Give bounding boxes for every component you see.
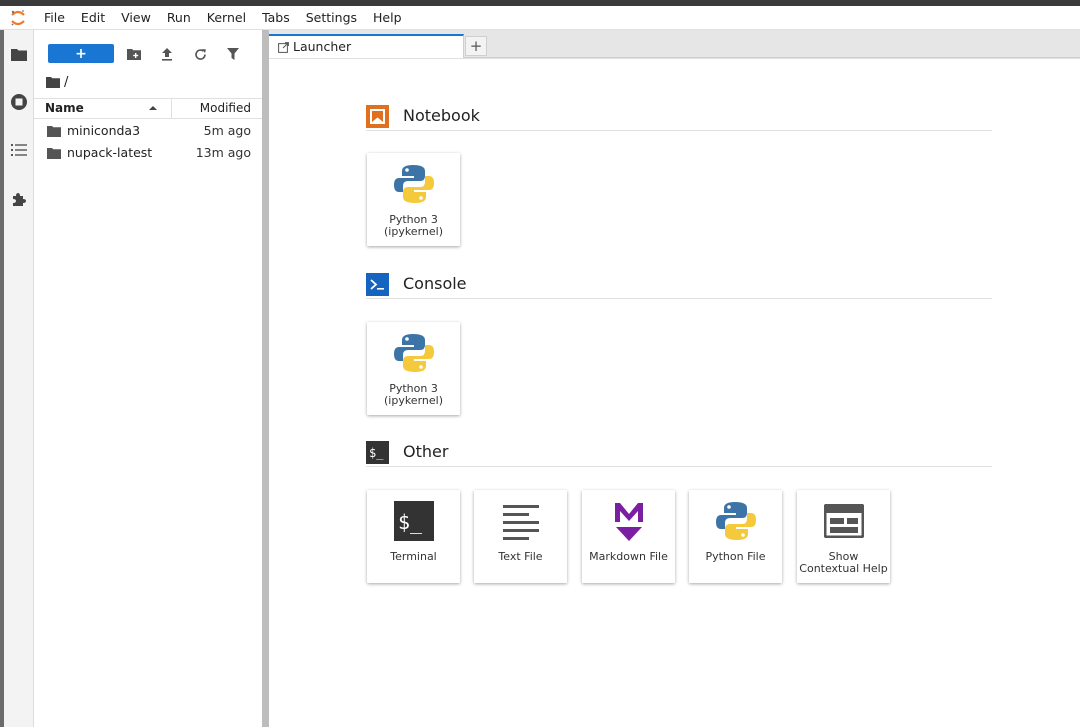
activity-bar xyxy=(4,30,34,727)
section-other: $_ Other xyxy=(366,441,992,467)
menu-help[interactable]: Help xyxy=(365,6,410,30)
card-label: Python 3 (ipykernel) xyxy=(383,213,443,238)
sort-up-icon xyxy=(148,102,158,114)
terminal-icon: $_ xyxy=(391,498,436,543)
menu-bar: File Edit View Run Kernel Tabs Settings … xyxy=(0,6,1080,30)
jupyter-logo-icon xyxy=(0,6,36,30)
file-name: nupack-latest xyxy=(67,145,153,160)
notebook-icon xyxy=(366,105,389,128)
menu-tabs[interactable]: Tabs xyxy=(254,6,298,30)
file-list-header: Name Modified xyxy=(34,98,262,119)
file-modified: 13m ago xyxy=(195,145,251,160)
file-modified: 5m ago xyxy=(203,123,251,138)
new-folder-icon[interactable] xyxy=(125,45,143,63)
launcher-card-python-file[interactable]: Python File xyxy=(689,490,782,583)
file-name: miniconda3 xyxy=(67,123,141,138)
python-icon xyxy=(391,161,436,206)
console-icon xyxy=(366,273,389,296)
launcher-panel: Notebook Python 3 (ipykernel) Console Py… xyxy=(269,58,1080,727)
card-label: Show Contextual Help xyxy=(799,550,888,575)
add-tab-button[interactable]: + xyxy=(465,36,487,56)
card-label: Python File xyxy=(705,550,766,563)
menu-edit[interactable]: Edit xyxy=(73,6,113,30)
svg-text:$_: $_ xyxy=(398,510,423,534)
extension-icon[interactable] xyxy=(9,189,29,209)
menu-settings[interactable]: Settings xyxy=(298,6,365,30)
folder-icon xyxy=(47,148,61,159)
launcher-tab-icon xyxy=(278,42,289,53)
upload-icon[interactable] xyxy=(158,45,176,63)
file-row[interactable]: miniconda3 5m ago xyxy=(34,120,262,142)
tab-bar: Launcher + xyxy=(269,30,1080,59)
new-launcher-button[interactable]: + xyxy=(48,44,114,63)
section-console: Console xyxy=(366,273,992,299)
text-file-icon xyxy=(498,498,543,543)
launcher-card-text-file[interactable]: Text File xyxy=(474,490,567,583)
folder-icon[interactable] xyxy=(9,44,29,64)
breadcrumb-path[interactable]: / xyxy=(64,75,68,90)
column-modified-header[interactable]: Modified xyxy=(200,101,251,115)
menu-file[interactable]: File xyxy=(36,6,73,30)
launcher-card-terminal[interactable]: $_ Terminal xyxy=(367,490,460,583)
toc-icon[interactable] xyxy=(9,140,29,160)
terminal-section-icon: $_ xyxy=(366,441,389,464)
column-divider[interactable] xyxy=(171,99,172,118)
tab-label: Launcher xyxy=(293,39,352,54)
launcher-card-markdown-file[interactable]: Markdown File xyxy=(582,490,675,583)
breadcrumb: / xyxy=(46,73,68,91)
menu-kernel[interactable]: Kernel xyxy=(199,6,254,30)
card-label: Text File xyxy=(498,550,543,563)
menu-run[interactable]: Run xyxy=(159,6,199,30)
section-title: Notebook xyxy=(403,106,480,125)
python-icon xyxy=(713,498,758,543)
running-icon[interactable] xyxy=(9,92,29,112)
markdown-icon xyxy=(606,498,651,543)
python-icon xyxy=(391,330,436,375)
folder-icon xyxy=(47,126,61,137)
file-row[interactable]: nupack-latest 13m ago xyxy=(34,142,262,164)
contextual-help-icon xyxy=(821,498,866,543)
filter-icon[interactable] xyxy=(224,45,242,63)
file-browser-panel: + / Name Modified miniconda3 5m ago nupa… xyxy=(34,30,262,727)
launcher-card-contextual-help[interactable]: Show Contextual Help xyxy=(797,490,890,583)
launcher-card-console-python3[interactable]: Python 3 (ipykernel) xyxy=(367,322,460,415)
card-label: Python 3 (ipykernel) xyxy=(383,382,443,407)
launcher-card-notebook-python3[interactable]: Python 3 (ipykernel) xyxy=(367,153,460,246)
refresh-icon[interactable] xyxy=(191,45,209,63)
section-title: Other xyxy=(403,442,449,461)
svg-text:$_: $_ xyxy=(369,446,384,460)
menu-view[interactable]: View xyxy=(113,6,159,30)
file-browser-toolbar: + xyxy=(34,38,262,68)
tab-launcher[interactable]: Launcher xyxy=(269,34,464,59)
section-title: Console xyxy=(403,274,467,293)
panel-splitter[interactable] xyxy=(262,30,269,727)
card-label: Terminal xyxy=(390,550,437,563)
section-notebook: Notebook xyxy=(366,105,992,131)
card-label: Markdown File xyxy=(589,550,668,563)
column-name-header[interactable]: Name xyxy=(45,101,84,115)
home-folder-icon[interactable] xyxy=(46,76,60,88)
